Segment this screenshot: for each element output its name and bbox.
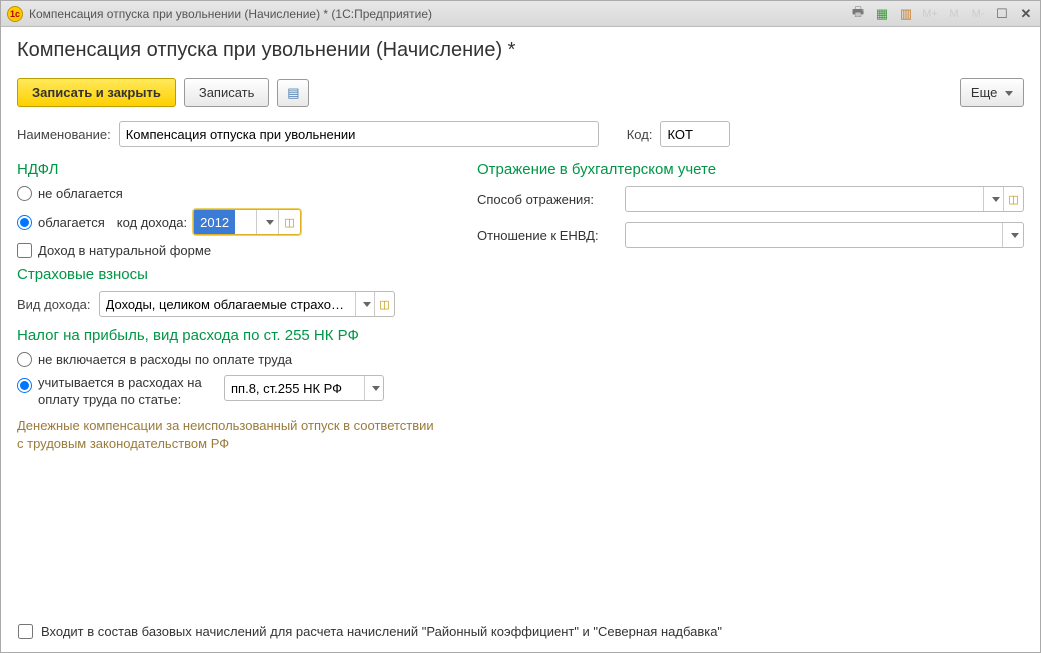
income-code-combo[interactable]: 2012 ◫ [193, 209, 301, 235]
m-plus-icon[interactable]: M+ [922, 6, 938, 22]
more-button[interactable]: Еще [960, 78, 1024, 107]
profit-not-included-label: не включается в расходы по оплате труда [38, 352, 292, 367]
method-row: Способ отражения: ◫ [477, 186, 1024, 212]
ndfl-taxed-row: облагается код дохода: 2012 ◫ [17, 209, 437, 235]
more-label: Еще [971, 85, 997, 100]
m-icon[interactable]: M [946, 6, 962, 22]
two-col-layout: НДФЛ не облагается облагается код дохода… [17, 157, 1024, 453]
window-title: Компенсация отпуска при увольнении (Начи… [29, 7, 432, 21]
income-type-combo[interactable]: ◫ [99, 291, 395, 317]
chevron-down-icon [266, 220, 274, 225]
code-input[interactable] [660, 121, 730, 147]
toolbar: Записать и закрыть Записать ▤ Еще [17, 78, 1024, 107]
m-minus-icon[interactable]: M- [970, 6, 986, 22]
print-icon[interactable]: 🖶 [850, 6, 866, 22]
name-label: Наименование: [17, 127, 111, 142]
page-title: Компенсация отпуска при увольнении (Начи… [17, 39, 1024, 62]
income-code-input[interactable] [235, 210, 256, 234]
profit-article-dropdown-button[interactable] [364, 376, 383, 400]
left-column: НДФЛ не облагается облагается код дохода… [17, 157, 437, 453]
accounting-title: Отражение в бухгалтерском учете [477, 161, 1024, 178]
method-combo[interactable]: ◫ [625, 186, 1024, 212]
insurance-row: Вид дохода: ◫ [17, 291, 437, 317]
method-input[interactable] [626, 187, 983, 211]
income-type-open-button[interactable]: ◫ [374, 292, 393, 316]
envd-combo[interactable] [625, 222, 1024, 248]
ndfl-taxed-radio[interactable] [17, 215, 32, 230]
ndfl-not-taxed-radio[interactable] [17, 186, 32, 201]
envd-row: Отношение к ЕНВД: [477, 222, 1024, 248]
ndfl-not-taxed-row: не облагается [17, 186, 437, 201]
profit-article-combo[interactable] [224, 375, 384, 401]
envd-dropdown-button[interactable] [1002, 223, 1023, 247]
calendar-icon[interactable]: ▥ [898, 6, 914, 22]
profit-article-input[interactable] [225, 376, 364, 400]
profit-not-included-row: не включается в расходы по оплате труда [17, 352, 437, 367]
list-icon: ▤ [287, 85, 299, 100]
close-icon[interactable]: ✕ [1018, 6, 1034, 22]
name-input[interactable] [119, 121, 599, 147]
titlebar: 1c Компенсация отпуска при увольнении (Н… [1, 1, 1040, 27]
name-row: Наименование: Код: [17, 121, 1024, 147]
income-type-dropdown-button[interactable] [355, 292, 374, 316]
profit-not-included-radio[interactable] [17, 352, 32, 367]
save-button[interactable]: Записать [184, 78, 270, 107]
natural-income-row: Доход в натуральной форме [17, 243, 437, 258]
method-label: Способ отражения: [477, 192, 617, 207]
profit-included-label: учитывается в расходах на оплату труда п… [38, 375, 218, 409]
income-code-open-button[interactable]: ◫ [278, 210, 300, 234]
app-logo-icon: 1c [7, 6, 23, 22]
envd-input[interactable] [626, 223, 1002, 247]
profit-tax-title: Налог на прибыль, вид расхода по ст. 255… [17, 327, 437, 344]
chevron-down-icon [1005, 91, 1013, 96]
income-type-label: Вид дохода: [17, 297, 91, 312]
right-column: Отражение в бухгалтерском учете Способ о… [477, 157, 1024, 453]
content-area: Компенсация отпуска при увольнении (Начи… [1, 27, 1040, 465]
profit-included-row: учитывается в расходах на оплату труда п… [17, 375, 437, 409]
save-close-button[interactable]: Записать и закрыть [17, 78, 176, 107]
profit-included-radio[interactable] [17, 378, 32, 393]
income-code-value: 2012 [194, 210, 235, 234]
chevron-down-icon [363, 302, 371, 307]
income-type-input[interactable] [100, 292, 356, 316]
base-includes-checkbox[interactable] [18, 624, 33, 639]
ndfl-taxed-label: облагается [38, 215, 105, 230]
income-code-dropdown-button[interactable] [256, 210, 278, 234]
income-code-label: код дохода: [117, 215, 187, 230]
calculator-icon[interactable]: ▦ [874, 6, 890, 22]
chevron-down-icon [1011, 233, 1019, 238]
ndfl-not-taxed-label: не облагается [38, 186, 123, 201]
code-label: Код: [627, 127, 653, 142]
method-dropdown-button[interactable] [983, 187, 1003, 211]
chevron-down-icon [992, 197, 1000, 202]
method-open-button[interactable]: ◫ [1003, 187, 1023, 211]
natural-income-label: Доход в натуральной форме [38, 243, 211, 258]
titlebar-tools: 🖶 ▦ ▥ M+ M M- ☐ ✕ [850, 6, 1034, 22]
settings-button[interactable]: ▤ [277, 79, 309, 107]
profit-hint: Денежные компенсации за неиспользованный… [17, 417, 437, 453]
ndfl-title: НДФЛ [17, 161, 437, 178]
base-includes-label: Входит в состав базовых начислений для р… [41, 624, 722, 639]
insurance-title: Страховые взносы [17, 266, 437, 283]
maximize-icon[interactable]: ☐ [994, 6, 1010, 22]
envd-label: Отношение к ЕНВД: [477, 228, 617, 243]
natural-income-checkbox[interactable] [17, 243, 32, 258]
bottom-check-row: Входит в состав базовых начислений для р… [18, 624, 722, 639]
chevron-down-icon [372, 386, 380, 391]
